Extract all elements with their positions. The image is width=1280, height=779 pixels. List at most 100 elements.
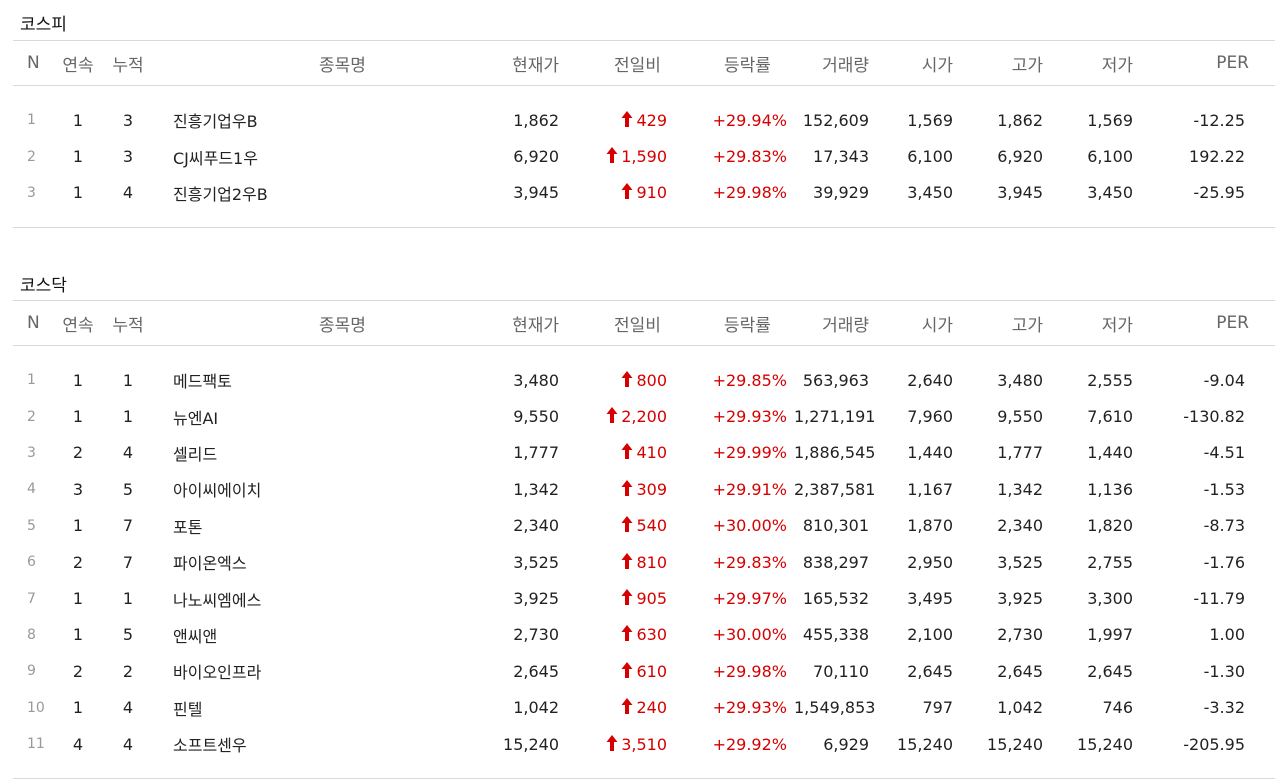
row-streak: 1 bbox=[72, 147, 84, 167]
stock-name-link[interactable]: 앤씨앤 bbox=[173, 627, 217, 646]
per-value: -1.76 bbox=[1203, 552, 1245, 572]
table-row[interactable]: 5 1 7 포톤 2,340 540 +30.00% 810,301 1,870 2,340 1,8… bbox=[13, 508, 1275, 544]
price-change: 910 bbox=[573, 175, 683, 211]
row-number: 1 bbox=[27, 372, 36, 389]
open-price: 3,495 bbox=[907, 589, 953, 609]
high-price: 1,042 bbox=[997, 698, 1043, 718]
stock-name-link[interactable]: 포톤 bbox=[173, 518, 202, 537]
open-price: 15,240 bbox=[897, 734, 953, 754]
stock-name-link[interactable]: 메드팩토 bbox=[173, 372, 232, 391]
stock-name-link[interactable]: 뉴엔AI bbox=[173, 409, 218, 428]
price-change: 240 bbox=[573, 690, 683, 726]
volume: 455,338 bbox=[802, 625, 869, 645]
current-price: 1,342 bbox=[513, 479, 559, 499]
stock-name-link[interactable]: 셀리드 bbox=[173, 445, 217, 464]
stock-name: 나노씨엠에스 bbox=[153, 580, 473, 616]
price-change: 810 bbox=[573, 544, 683, 580]
table-row[interactable]: 1 1 1 메드팩토 3,480 800 +29.85% 563,963 2,640 3,480 2… bbox=[13, 362, 1275, 398]
row-total: 4 bbox=[122, 443, 134, 463]
price-change: 630 bbox=[573, 617, 683, 653]
row-number: 4 bbox=[27, 481, 36, 498]
row-total: 4 bbox=[122, 183, 134, 203]
volume: 39,929 bbox=[813, 183, 869, 203]
stock-name: 진흥기업2우B bbox=[153, 175, 473, 211]
stock-name-link[interactable]: 핀텔 bbox=[173, 700, 202, 719]
header-change: 전일비 bbox=[573, 40, 683, 86]
volume: 70,110 bbox=[813, 661, 869, 681]
price-change-value: 800 bbox=[636, 370, 667, 390]
current-price: 6,920 bbox=[513, 147, 559, 167]
table-row[interactable]: 2 1 3 CJ씨푸드1우 6,920 1,590 +29.83% 17,343 6,100 6,… bbox=[13, 138, 1275, 174]
row-streak: 2 bbox=[72, 661, 84, 681]
per-value: -25.95 bbox=[1193, 183, 1245, 203]
per-value: -130.82 bbox=[1183, 407, 1245, 427]
stock-name-link[interactable]: 파이온엑스 bbox=[173, 554, 247, 573]
row-total: 3 bbox=[122, 147, 134, 167]
table-row[interactable]: 8 1 5 앤씨앤 2,730 630 +30.00% 455,338 2,100 2,730 1,… bbox=[13, 617, 1275, 653]
stock-name-link[interactable]: 진흥기업2우B bbox=[173, 185, 268, 204]
up-arrow-icon bbox=[606, 147, 618, 164]
price-change-value: 540 bbox=[636, 516, 667, 536]
table-row[interactable]: 7 1 1 나노씨엠에스 3,925 905 +29.97% 165,532 3,495 3,92… bbox=[13, 580, 1275, 616]
header-high: 고가 bbox=[973, 40, 1063, 86]
stock-name-link[interactable]: 아이씨에이치 bbox=[173, 481, 261, 500]
high-price: 9,550 bbox=[997, 407, 1043, 427]
table-row[interactable]: 11 4 4 소프트센우 15,240 3,510 +29.92% 6,929 15,240 15… bbox=[13, 726, 1275, 762]
header-change: 전일비 bbox=[573, 300, 683, 346]
row-number: 10 bbox=[27, 699, 45, 716]
price-change: 905 bbox=[573, 580, 683, 616]
header-rate: 등락률 bbox=[683, 300, 793, 346]
low-price: 1,820 bbox=[1087, 516, 1133, 536]
price-change: 1,590 bbox=[573, 138, 683, 174]
change-rate: +29.98% bbox=[712, 183, 787, 203]
table-row[interactable]: 3 1 4 진흥기업2우B 3,945 910 +29.98% 39,929 3,450 3,94… bbox=[13, 175, 1275, 211]
row-streak: 4 bbox=[72, 734, 84, 754]
stock-name-link[interactable]: 소프트센우 bbox=[173, 736, 247, 755]
volume: 17,343 bbox=[813, 147, 869, 167]
row-total: 7 bbox=[122, 552, 134, 572]
per-value: -4.51 bbox=[1203, 443, 1245, 463]
price-change-value: 309 bbox=[636, 479, 667, 499]
price-change: 3,510 bbox=[573, 726, 683, 762]
table-row[interactable]: 6 2 7 파이온엑스 3,525 810 +29.83% 838,297 2,950 3,525… bbox=[13, 544, 1275, 580]
row-number: 3 bbox=[27, 184, 36, 201]
row-total: 4 bbox=[122, 698, 134, 718]
price-change: 410 bbox=[573, 435, 683, 471]
high-price: 1,862 bbox=[997, 110, 1043, 130]
table-row[interactable]: 1 1 3 진흥기업우B 1,862 429 +29.94% 152,609 1,569 1,86… bbox=[13, 102, 1275, 138]
stock-name-link[interactable]: 바이오인프라 bbox=[173, 663, 261, 682]
price-change: 610 bbox=[573, 653, 683, 689]
stock-name-link[interactable]: CJ씨푸드1우 bbox=[173, 149, 258, 168]
row-number: 9 bbox=[27, 663, 36, 680]
row-number: 2 bbox=[27, 148, 36, 165]
stock-name: 앤씨앤 bbox=[153, 617, 473, 653]
price-change: 800 bbox=[573, 362, 683, 398]
table-row[interactable]: 4 3 5 아이씨에이치 1,342 309 +29.91% 2,387,581 1,167 1,… bbox=[13, 471, 1275, 507]
header-total: 누적 bbox=[103, 300, 153, 346]
row-streak: 1 bbox=[72, 698, 84, 718]
up-arrow-icon bbox=[606, 734, 618, 751]
low-price: 2,755 bbox=[1087, 552, 1133, 572]
row-streak: 1 bbox=[72, 370, 84, 390]
high-price: 15,240 bbox=[987, 734, 1043, 754]
up-arrow-icon bbox=[621, 625, 633, 642]
current-price: 3,480 bbox=[513, 370, 559, 390]
table-row[interactable]: 2 1 1 뉴엔AI 9,550 2,200 +29.93% 1,271,191 7,960 9,… bbox=[13, 398, 1275, 434]
header-low: 저가 bbox=[1063, 40, 1153, 86]
table-row[interactable]: 9 2 2 바이오인프라 2,645 610 +29.98% 70,110 2,645 2,645… bbox=[13, 653, 1275, 689]
stock-name-link[interactable]: 나노씨엠에스 bbox=[173, 591, 261, 610]
stock-name: 셀리드 bbox=[153, 435, 473, 471]
header-open: 시가 bbox=[883, 40, 973, 86]
price-change-value: 429 bbox=[636, 110, 667, 130]
header-total: 누적 bbox=[103, 40, 153, 86]
stock-name-link[interactable]: 진흥기업우B bbox=[173, 112, 258, 131]
price-change: 2,200 bbox=[573, 398, 683, 434]
row-streak: 1 bbox=[72, 625, 84, 645]
per-value: -1.53 bbox=[1203, 479, 1245, 499]
per-value: -8.73 bbox=[1203, 516, 1245, 536]
table-row[interactable]: 3 2 4 셀리드 1,777 410 +29.99% 1,886,545 1,440 1,777… bbox=[13, 435, 1275, 471]
high-price: 6,920 bbox=[997, 147, 1043, 167]
table-row[interactable]: 10 1 4 핀텔 1,042 240 +29.93% 1,549,853 797 1,042 74… bbox=[13, 690, 1275, 726]
header-name: 종목명 bbox=[153, 300, 473, 346]
per-value: -9.04 bbox=[1203, 370, 1245, 390]
